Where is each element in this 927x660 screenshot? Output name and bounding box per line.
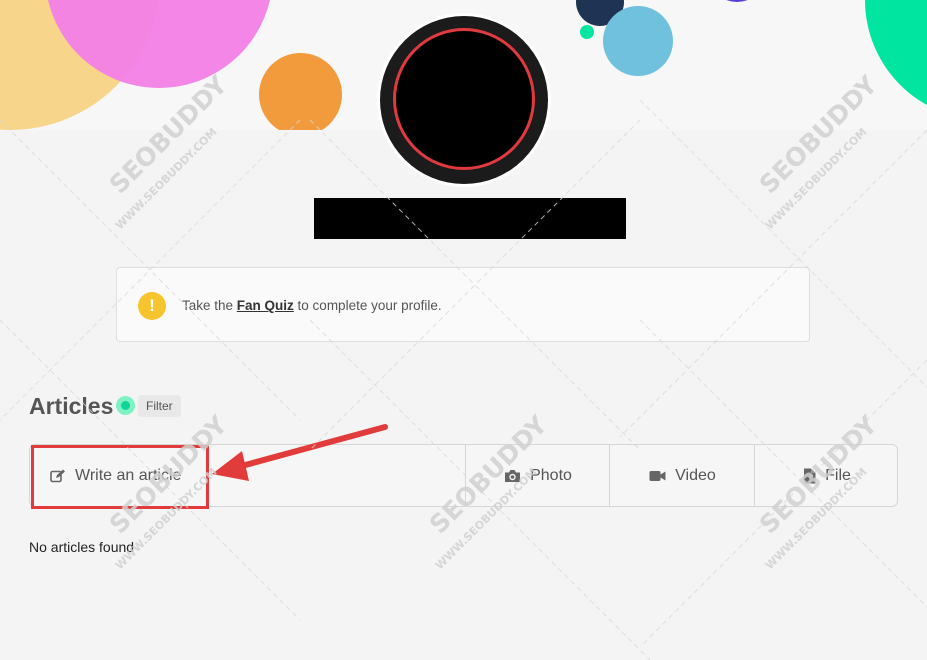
video-label: Video: [675, 466, 716, 484]
photo-label: Photo: [530, 466, 572, 484]
file-icon: [804, 468, 816, 483]
photo-button[interactable]: Photo: [465, 445, 610, 506]
exclamation-icon: !: [138, 292, 166, 320]
video-camera-icon: [649, 470, 666, 481]
no-articles-message: No articles found: [29, 539, 135, 555]
banner-green-dot: [580, 25, 594, 39]
articles-title: Articles: [29, 393, 114, 419]
annotation-highlight-box: [31, 445, 209, 509]
watermark-url-1: WWW.SEOBUDDY.COM: [113, 125, 220, 232]
avatar-image-redacted: [393, 28, 535, 170]
filter-button[interactable]: Filter: [138, 395, 181, 417]
video-button[interactable]: Video: [609, 445, 755, 506]
banner-purple-shape: [712, 0, 762, 2]
fan-quiz-link[interactable]: Fan Quiz: [237, 298, 294, 313]
banner-orange-circle: [259, 53, 342, 130]
profile-notice-card: ! Take the Fan Quiz to complete your pro…: [116, 267, 810, 342]
banner-green-shape: [865, 0, 927, 120]
notice-text: Take the Fan Quiz to complete your profi…: [182, 298, 442, 313]
profile-name-redacted: [314, 198, 626, 239]
file-label: File: [825, 466, 851, 484]
profile-avatar[interactable]: [380, 16, 548, 184]
notice-suffix: to complete your profile.: [293, 298, 442, 313]
live-indicator-icon: [116, 396, 135, 415]
camera-icon: [505, 469, 521, 482]
file-button[interactable]: File: [754, 445, 899, 506]
watermark-url-2: WWW.SEOBUDDY.COM: [763, 125, 870, 232]
notice-prefix: Take the: [182, 298, 237, 313]
banner-blue-circle: [603, 6, 673, 76]
